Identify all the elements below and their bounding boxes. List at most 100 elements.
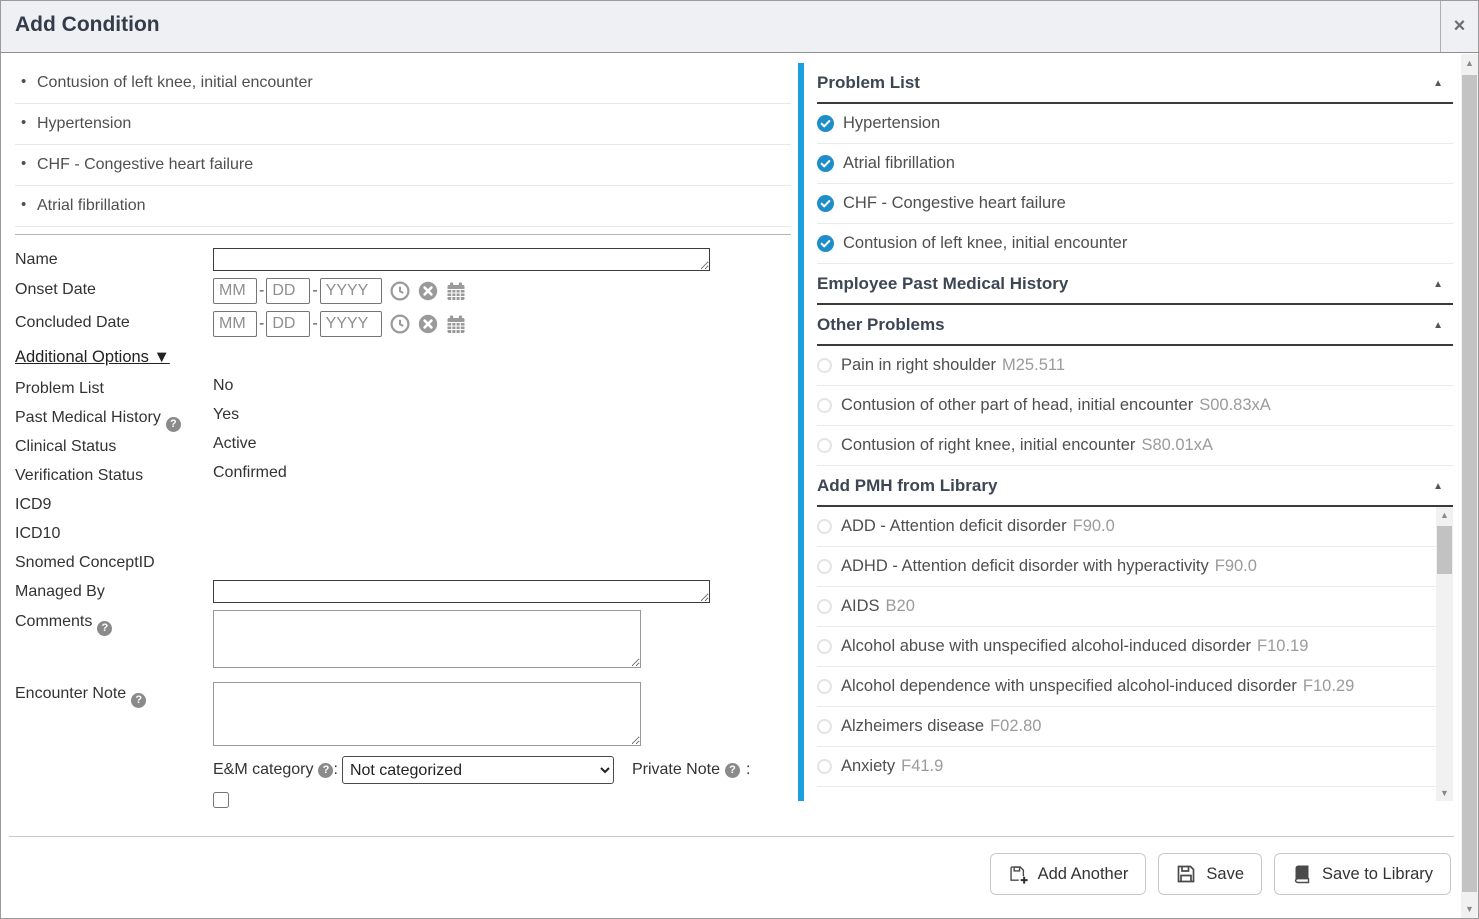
concluded-year-input[interactable] bbox=[320, 311, 382, 337]
icd-code: F90.0 bbox=[1073, 517, 1115, 536]
clock-icon[interactable] bbox=[390, 281, 410, 301]
problem-list-item[interactable]: Atrial fibrillation bbox=[817, 144, 1453, 184]
verification-status-row: Verification Status Confirmed bbox=[15, 460, 791, 489]
calendar-icon[interactable] bbox=[446, 281, 466, 301]
library-item[interactable]: ADD - Attention deficit disorder F90.0 bbox=[817, 507, 1453, 547]
pmh-library-section-header[interactable]: Add PMH from Library ▲ bbox=[817, 466, 1453, 507]
save-to-library-button[interactable]: Save to Library bbox=[1274, 853, 1451, 895]
calendar-icon[interactable] bbox=[446, 314, 466, 334]
em-category-select[interactable]: Not categorized bbox=[342, 756, 614, 784]
library-item[interactable]: ADHD - Attention deficit disorder with h… bbox=[817, 547, 1453, 587]
help-icon[interactable]: ? bbox=[318, 763, 333, 778]
library-item[interactable]: Anxiety F41.9 bbox=[817, 747, 1453, 787]
managed-by-input[interactable] bbox=[213, 580, 710, 603]
private-note-label-group: Private Note ? : bbox=[632, 761, 751, 779]
condition-list-item: CHF - Congestive heart failure bbox=[15, 145, 791, 186]
page-scrollbar[interactable]: ▲ ▼ bbox=[1461, 54, 1478, 918]
managed-by-row: Managed By bbox=[15, 580, 791, 603]
encounter-note-label: Encounter Note? bbox=[15, 682, 213, 703]
unselected-circle-icon bbox=[817, 719, 832, 734]
left-column: Contusion of left knee, initial encounte… bbox=[15, 63, 791, 813]
private-note-label: Private Note bbox=[632, 761, 720, 779]
onset-day-input[interactable] bbox=[266, 278, 310, 304]
collapse-icon: ▲ bbox=[1433, 279, 1443, 290]
date-separator: - bbox=[312, 282, 317, 300]
comments-label: Comments? bbox=[15, 610, 213, 631]
help-icon[interactable]: ? bbox=[725, 763, 740, 778]
icd-code: F02.80 bbox=[990, 717, 1041, 736]
concluded-date-label: Concluded Date bbox=[15, 311, 213, 332]
unselected-circle-icon bbox=[817, 759, 832, 774]
employee-pmh-section-header[interactable]: Employee Past Medical History ▲ bbox=[817, 264, 1453, 305]
collapse-icon: ▲ bbox=[1433, 78, 1443, 89]
scrollbar-down-icon[interactable]: ▼ bbox=[1461, 904, 1478, 914]
library-item[interactable]: Alzheimers disease F02.80 bbox=[817, 707, 1453, 747]
scrollbar-thumb[interactable] bbox=[1437, 526, 1452, 574]
help-icon[interactable]: ? bbox=[166, 417, 181, 432]
icd9-label: ICD9 bbox=[15, 489, 213, 518]
comments-input[interactable] bbox=[213, 610, 641, 668]
other-problem-item[interactable]: Contusion of right knee, initial encount… bbox=[817, 426, 1453, 466]
additional-options-link[interactable]: Additional Options ▼ bbox=[15, 348, 170, 367]
item-label: Anxiety bbox=[841, 757, 895, 776]
concluded-day-input[interactable] bbox=[266, 311, 310, 337]
item-label: Atrial fibrillation bbox=[843, 154, 955, 173]
help-icon[interactable]: ? bbox=[97, 621, 112, 636]
clinical-status-value: Active bbox=[213, 431, 257, 460]
clock-icon[interactable] bbox=[390, 314, 410, 334]
icd10-row: ICD10 bbox=[15, 518, 791, 547]
library-item[interactable]: Alcohol dependence with unspecified alco… bbox=[817, 667, 1453, 707]
clear-date-icon[interactable] bbox=[418, 314, 438, 334]
problem-list-section-header[interactable]: Problem List ▲ bbox=[817, 63, 1453, 104]
encounter-note-input[interactable] bbox=[213, 682, 641, 746]
other-problem-item[interactable]: Pain in right shoulder M25.511 bbox=[817, 346, 1453, 386]
help-icon[interactable]: ? bbox=[131, 693, 146, 708]
label-text: Past Medical History bbox=[15, 409, 161, 426]
check-circle-icon bbox=[817, 155, 834, 172]
condition-label: Contusion of left knee, initial encounte… bbox=[37, 74, 313, 91]
problem-list-item[interactable]: Hypertension bbox=[817, 104, 1453, 144]
item-label: ADD - Attention deficit disorder bbox=[841, 517, 1067, 536]
save-button[interactable]: Save bbox=[1158, 853, 1262, 895]
onset-month-input[interactable] bbox=[213, 278, 257, 304]
section-title: Employee Past Medical History bbox=[817, 274, 1068, 294]
label-text: Comments bbox=[15, 613, 92, 630]
condition-list-item: Atrial fibrillation bbox=[15, 186, 791, 227]
problem-list-item[interactable]: CHF - Congestive heart failure bbox=[817, 184, 1453, 224]
add-another-button[interactable]: Add Another bbox=[990, 853, 1147, 895]
page-title: Add Condition bbox=[15, 13, 160, 37]
other-problems-section-header[interactable]: Other Problems ▲ bbox=[817, 305, 1453, 346]
library-scrollbar[interactable]: ▲ ▼ bbox=[1436, 507, 1453, 801]
scrollbar-up-icon[interactable]: ▲ bbox=[1461, 58, 1478, 68]
pmh-library-list: ADD - Attention deficit disorder F90.0 A… bbox=[817, 507, 1453, 801]
em-category-colon: : bbox=[333, 761, 337, 779]
close-button[interactable]: × bbox=[1440, 1, 1478, 52]
item-label: Contusion of right knee, initial encount… bbox=[841, 436, 1135, 455]
library-item[interactable]: Alcohol abuse with unspecified alcohol-i… bbox=[817, 627, 1453, 667]
item-label: Alcohol abuse with unspecified alcohol-i… bbox=[841, 637, 1251, 656]
add-condition-dialog: Add Condition × Contusion of left knee, … bbox=[0, 0, 1479, 919]
scrollbar-thumb[interactable] bbox=[1462, 75, 1477, 892]
section-title: Problem List bbox=[817, 73, 920, 93]
unselected-circle-icon bbox=[817, 679, 832, 694]
private-note-checkbox[interactable] bbox=[213, 792, 229, 808]
collapse-icon: ▲ bbox=[1433, 481, 1443, 492]
concluded-month-input[interactable] bbox=[213, 311, 257, 337]
scrollbar-down-icon[interactable]: ▼ bbox=[1436, 788, 1453, 798]
item-label: Contusion of other part of head, initial… bbox=[841, 396, 1193, 415]
right-panel: Problem List ▲ Hypertension Atrial fibri… bbox=[798, 63, 1453, 801]
problem-list-item[interactable]: Contusion of left knee, initial encounte… bbox=[817, 224, 1453, 264]
unselected-circle-icon bbox=[817, 559, 832, 574]
problem-list-label: Problem List bbox=[15, 373, 213, 402]
library-item[interactable]: AIDS B20 bbox=[817, 587, 1453, 627]
other-problem-item[interactable]: Contusion of other part of head, initial… bbox=[817, 386, 1453, 426]
scrollbar-up-icon[interactable]: ▲ bbox=[1436, 510, 1453, 520]
icd-code: F90.0 bbox=[1215, 557, 1257, 576]
clear-date-icon[interactable] bbox=[418, 281, 438, 301]
check-circle-icon bbox=[817, 115, 834, 132]
icd-code: S80.01xA bbox=[1141, 436, 1213, 455]
name-input[interactable] bbox=[213, 248, 710, 271]
condition-label: CHF - Congestive heart failure bbox=[37, 156, 253, 173]
onset-year-input[interactable] bbox=[320, 278, 382, 304]
book-icon bbox=[1292, 864, 1312, 884]
